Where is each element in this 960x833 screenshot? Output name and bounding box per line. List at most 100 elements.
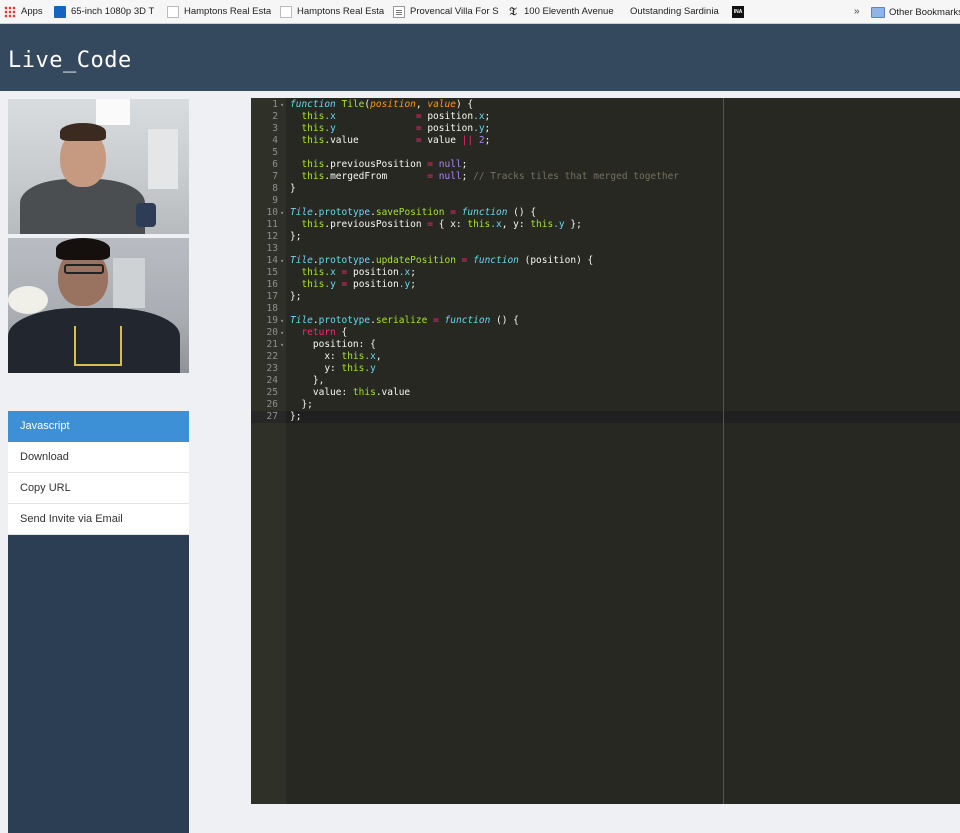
print-margin (723, 98, 724, 804)
code-line[interactable]: x: this.x, (290, 351, 382, 363)
code-token: .y (324, 279, 336, 290)
code-line[interactable]: this.previousPosition = { x: this.x, y: … (290, 219, 581, 231)
app-title: Live_Code (8, 48, 132, 73)
other-bookmarks-label: Other Bookmarks (889, 6, 960, 18)
code-line[interactable]: this.previousPosition = null; (290, 159, 467, 171)
code-token: ; (410, 279, 416, 290)
shirt-graphic (74, 326, 122, 366)
bookmark-label: Outstanding Sardinia (630, 6, 719, 17)
bookmark-item[interactable]: Hamptons Real Esta (163, 0, 276, 23)
bookmark-label: Hamptons Real Esta (297, 6, 385, 17)
code-token: Tile (290, 255, 313, 266)
code-token: prototype (318, 207, 371, 218)
bookmark-item[interactable]: INA (728, 0, 748, 23)
bookmark-item[interactable]: 𝔗 100 Eleventh Avenue (503, 0, 627, 23)
fold-arrow-icon[interactable]: ▾ (280, 339, 284, 351)
code-token: serialize (375, 315, 428, 326)
active-line-highlight (251, 411, 960, 423)
code-token: .x (324, 267, 336, 278)
bookmark-label: 65-inch 1080p 3D T (71, 6, 155, 17)
bookmarks-overflow-chevron[interactable]: » (854, 0, 860, 23)
code-token: ; (461, 171, 474, 182)
menu-item-copy-url[interactable]: Copy URL (8, 473, 189, 504)
line-number: 21 (266, 339, 278, 350)
code-line[interactable]: }, (290, 375, 324, 387)
nyt-icon: 𝔗 (509, 4, 517, 18)
code-line[interactable]: this.mergedFrom = null; // Tracks tiles … (290, 171, 679, 183)
code-line[interactable]: this.y = position.y; (290, 123, 490, 135)
code-line[interactable]: } (290, 183, 296, 195)
code-line[interactable]: this.x = position.x; (290, 111, 490, 123)
code-token: null (438, 171, 462, 182)
bookmark-item[interactable]: 65-inch 1080p 3D T (50, 0, 163, 23)
code-token: savePosition (375, 207, 445, 218)
code-token: this (530, 219, 554, 230)
fold-arrow-icon[interactable]: ▾ (280, 315, 284, 327)
code-token: position (421, 111, 474, 122)
bookmark-item[interactable]: Provencal Villa For S (389, 0, 503, 23)
fold-arrow-icon[interactable]: ▾ (280, 99, 284, 111)
other-bookmarks[interactable]: Other Bookmarks (871, 0, 960, 23)
code-token: null (438, 159, 462, 170)
code-line[interactable]: Tile.prototype.savePosition = function (… (290, 207, 536, 219)
line-number: 27 (266, 411, 278, 422)
code-token: ; (461, 159, 468, 170)
code-token: () { (490, 315, 519, 326)
line-number: 17 (266, 291, 278, 302)
code-token: value: (290, 387, 353, 398)
code-token: { (335, 327, 348, 338)
bookmark-label: Hamptons Real Esta (184, 6, 272, 17)
code-line[interactable]: this.value = value || 2; (290, 135, 490, 147)
code-line[interactable]: Tile.prototype.serialize = function () { (290, 315, 519, 327)
folder-icon (871, 6, 885, 18)
code-token: y: (290, 363, 342, 374)
code-token: || (461, 135, 474, 146)
code-token: }; (290, 291, 302, 302)
code-token: .x (490, 219, 502, 230)
code-token: }, (290, 375, 325, 386)
menu-item-send-invite[interactable]: Send Invite via Email (8, 504, 189, 535)
ceiling-light (96, 99, 130, 125)
code-line[interactable]: }; (290, 291, 301, 303)
code-line[interactable]: }; (290, 231, 301, 243)
background-chair (136, 203, 156, 227)
code-token: ; (484, 123, 491, 134)
code-line[interactable]: this.x = position.x; (290, 267, 415, 279)
code-line[interactable]: Tile.prototype.updatePosition = function… (290, 255, 593, 267)
listing-page-icon (393, 5, 405, 18)
bookmark-item[interactable]: Outstanding Sardinia (627, 0, 728, 23)
code-line[interactable]: this.y = position.y; (290, 279, 416, 291)
code-token: , (375, 351, 382, 362)
bookmark-item[interactable]: Hamptons Real Esta (276, 0, 389, 23)
code-token: this (301, 111, 325, 122)
bookmark-apps[interactable]: Apps (0, 0, 50, 23)
code-token: this (341, 351, 365, 362)
code-token: () { (507, 207, 537, 218)
code-line[interactable]: position: { (290, 339, 376, 351)
menu-item-javascript[interactable]: Javascript (8, 411, 189, 442)
menu-item-download[interactable]: Download (8, 442, 189, 473)
code-editor[interactable]: 1 ▾ function Tile(position, value) {2 this… (251, 98, 960, 804)
code-token: { x: (433, 219, 468, 230)
site-favicon-icon (54, 5, 66, 18)
fold-arrow-icon[interactable]: ▾ (280, 327, 284, 339)
code-line[interactable]: function Tile(position, value) { (290, 99, 473, 111)
code-token: .x (398, 267, 411, 278)
code-line[interactable]: }; (290, 411, 301, 423)
code-line[interactable]: y: this.y (290, 363, 376, 375)
code-token: this (352, 387, 376, 398)
code-line[interactable]: }; (290, 399, 312, 411)
code-line[interactable]: value: this.value (290, 387, 410, 399)
line-number: 26 (266, 399, 278, 410)
fold-arrow-icon[interactable]: ▾ (280, 207, 284, 219)
background-wall (113, 258, 145, 308)
code-token: ) { (455, 99, 474, 110)
fold-arrow-icon[interactable]: ▾ (280, 255, 284, 267)
code-line[interactable]: return { (290, 327, 347, 339)
